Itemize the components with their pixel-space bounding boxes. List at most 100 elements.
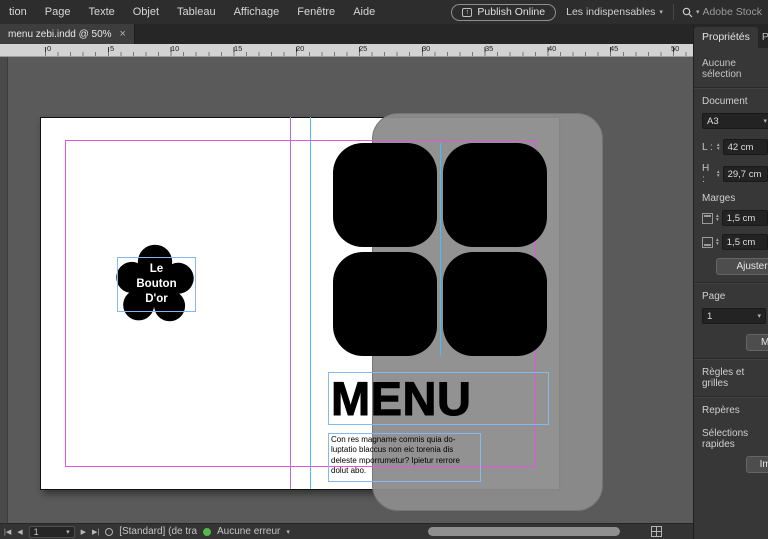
pages-grid-icon[interactable] (651, 526, 662, 537)
page-section-label: Page (702, 291, 726, 302)
menu-title-frame[interactable]: MENU (328, 372, 549, 425)
menu-item-fenetre[interactable]: Fenêtre (288, 0, 344, 24)
page-select-value: 1 (33, 526, 39, 537)
tab-proprietes[interactable]: Propriétés (694, 27, 758, 48)
page-size-select[interactable]: A3 ▾ (702, 113, 768, 129)
ruler-ticks (0, 44, 693, 56)
ruler-label: 0 (47, 44, 52, 53)
black-square-shape[interactable] (443, 143, 547, 247)
document-tab[interactable]: menu zebi.indd @ 50% × (0, 24, 135, 44)
preflight-profile[interactable]: [Standard] (de tra (119, 526, 197, 537)
chevron-down-icon: ▾ (695, 9, 700, 16)
status-ok-icon (203, 527, 212, 536)
adjust-button-label: Ajuster (736, 261, 768, 272)
quick-selections-section[interactable]: Sélections rapides (702, 428, 768, 450)
mode-button[interactable]: Mo (746, 334, 768, 351)
import-button-label: Imp (759, 459, 768, 470)
menu-item-edition[interactable]: tion (0, 0, 36, 24)
search-icon (682, 7, 693, 17)
adobe-stock-search[interactable]: ▾ Adobe Stock (672, 4, 762, 20)
status-ok-label[interactable]: Aucune erreur (217, 526, 280, 537)
close-icon[interactable]: × (120, 28, 126, 40)
menu-title-text: MENU (330, 371, 472, 425)
width-input[interactable]: 42 cm (722, 139, 768, 155)
margin-bottom-input[interactable]: 1,5 cm (721, 234, 768, 250)
stepper[interactable]: ▴ ▾ (717, 169, 720, 179)
horizontal-ruler[interactable]: 0 5 10 15 20 25 30 35 40 45 50 (0, 44, 693, 57)
black-square-shape[interactable] (333, 252, 437, 356)
body-text: Con res magname comnis quia do-luptatio … (331, 435, 460, 476)
ruler-label: 40 (548, 44, 557, 53)
black-square-shape[interactable] (333, 143, 437, 247)
ruler-label: 25 (359, 44, 368, 53)
mode-button-label: Mo (761, 337, 768, 348)
ruler-label: 10 (171, 44, 180, 53)
menubar: tion Page Texte Objet Tableau Affichage … (0, 0, 768, 24)
divider (694, 87, 768, 88)
stepper[interactable]: ▴ ▾ (716, 213, 719, 223)
menu-item-aide[interactable]: Aide (344, 0, 384, 24)
height-row: H : ▴ ▾ 29,7 cm (702, 163, 768, 185)
body-text-frame[interactable]: Con res magname comnis quia do-luptatio … (328, 433, 481, 482)
menu-item-affichage[interactable]: Affichage (225, 0, 289, 24)
page-number-select[interactable]: 1 ▾ (702, 308, 766, 324)
stepper-down-icon[interactable]: ▾ (716, 242, 719, 247)
no-selection-label: Aucune sélection (702, 58, 742, 80)
height-value: 29,7 cm (727, 168, 762, 180)
canvas[interactable]: Le Bouton D'or MENU Con res magname comn… (0, 57, 693, 523)
stepper[interactable]: ▴ ▾ (716, 237, 719, 247)
first-page-button[interactable]: |◀ (4, 528, 11, 536)
height-input[interactable]: 29,7 cm (722, 166, 768, 182)
margin-bottom-icon (702, 236, 713, 248)
margin-top-value: 1,5 cm (726, 212, 756, 224)
ruler-label: 45 (610, 44, 619, 53)
menu-item-objet[interactable]: Objet (124, 0, 168, 24)
workspace-label: Les indispensables (566, 6, 656, 18)
margin-top-row: ▴ ▾ 1,5 cm (702, 210, 768, 226)
last-page-button[interactable]: ▶| (92, 528, 99, 536)
ruler-label: 50 (671, 44, 680, 53)
width-label: L : (702, 141, 713, 153)
stepper-down-icon[interactable]: ▾ (717, 147, 720, 152)
document-section-label: Document (702, 96, 748, 107)
stepper-down-icon[interactable]: ▾ (717, 174, 720, 179)
rules-grids-section[interactable]: Règles et grilles (702, 367, 768, 389)
statusbar: |◀ ◀ 1 ▾ ▶ ▶| [Standard] (de tra Aucune … (0, 523, 693, 539)
divider (694, 396, 768, 397)
chevron-down-icon: ▾ (66, 528, 70, 536)
properties-panel: Propriétés P Aucune sélection Document A… (693, 24, 768, 539)
vertical-ruler[interactable] (0, 57, 8, 523)
ruler-label: 35 (485, 44, 494, 53)
adjust-button[interactable]: Ajuster (716, 258, 768, 275)
margin-top-input[interactable]: 1,5 cm (721, 210, 768, 226)
panel-tabs: Propriétés P (694, 24, 768, 48)
width-row: L : ▴ ▾ 42 cm (702, 139, 768, 155)
stepper[interactable]: ▴ ▾ (717, 142, 720, 152)
next-page-button[interactable]: ▶ (81, 528, 86, 536)
black-square-shape[interactable] (443, 252, 547, 356)
publish-online-button[interactable]: ↑ Publish Online (451, 3, 557, 21)
margin-bottom-row: ▴ ▾ 1,5 cm (702, 234, 768, 250)
workspace-switcher[interactable]: Les indispensables ▾ (566, 6, 663, 18)
page-select[interactable]: 1 ▾ (28, 525, 75, 538)
ruler-label: 30 (422, 44, 431, 53)
tab-pages[interactable]: P (758, 27, 768, 48)
document-tabstrip: menu zebi.indd @ 50% × (0, 24, 693, 44)
stepper-down-icon[interactable]: ▾ (716, 218, 719, 223)
margin-bottom-value: 1,5 cm (726, 236, 756, 248)
menu-item-page[interactable]: Page (36, 0, 80, 24)
chevron-down-icon: ▾ (286, 528, 290, 536)
prev-page-button[interactable]: ◀ (17, 528, 22, 536)
menu-item-tableau[interactable]: Tableau (168, 0, 225, 24)
import-button[interactable]: Imp (746, 456, 768, 473)
ruler-label: 15 (234, 44, 243, 53)
horizontal-scrollbar-thumb[interactable] (428, 527, 620, 536)
guides-section[interactable]: Repères (702, 405, 768, 416)
panel-body: Aucune sélection Document A3 ▾ L : ▴ ▾ 4… (694, 48, 768, 473)
document-tab-title: menu zebi.indd @ 50% (8, 28, 112, 40)
height-label: H : (702, 163, 710, 185)
chevron-down-icon: ▾ (763, 118, 767, 125)
publish-online-label: Publish Online (477, 6, 546, 18)
menu-item-texte[interactable]: Texte (79, 0, 123, 24)
chevron-down-icon: ▾ (757, 313, 761, 320)
